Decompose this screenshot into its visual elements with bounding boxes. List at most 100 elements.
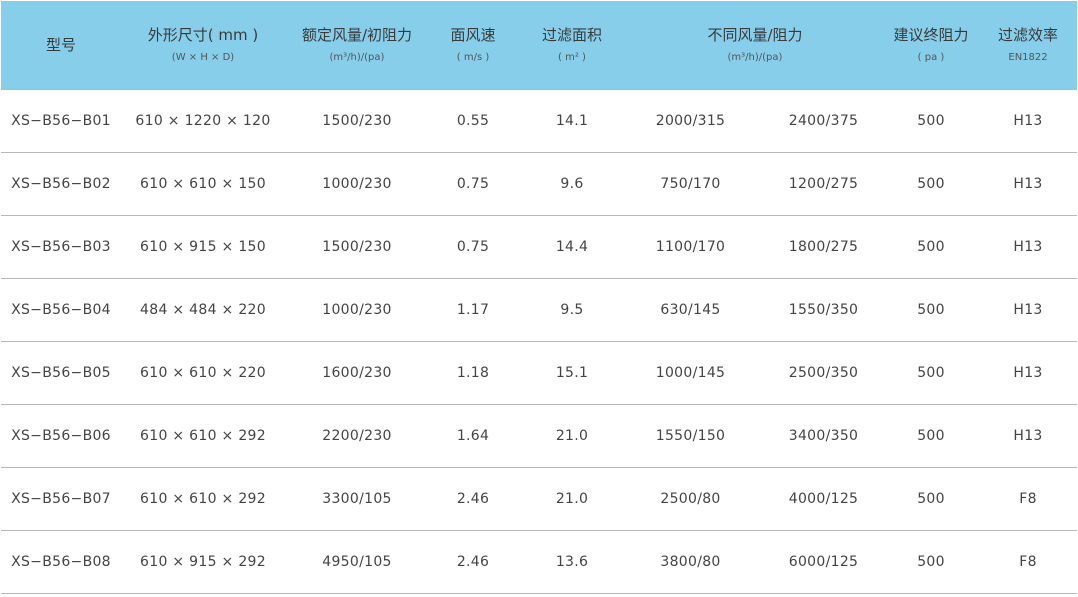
table-row: XS−B56−B08 610 × 915 × 292 4950/105 2.46 13.…: [1, 529, 1077, 594]
header-dimensions-unit: (W × H × D): [171, 51, 235, 63]
cell-flow-b: 4000/125: [788, 490, 859, 507]
cell-face-velocity: 2.46: [429, 529, 517, 594]
flow-pair: 1550/150 3400/350: [627, 428, 883, 444]
header-rated-flow-label: 额定风量/初阻力: [301, 25, 413, 44]
cell-rated-flow: 1000/230: [285, 277, 429, 341]
header-efficiency: 过滤效率 EN1822: [979, 1, 1077, 89]
cell-flow-b: 6000/125: [788, 553, 859, 570]
header-model: 型号: [1, 1, 121, 89]
header-model-label: 型号: [45, 35, 76, 54]
cell-dimensions: 610 × 1220 × 120: [121, 88, 285, 152]
cell-final-resistance: 500: [883, 340, 979, 404]
cell-face-velocity: 2.46: [429, 466, 517, 530]
cell-flow-resistance: 1000/145 2500/350: [627, 340, 883, 404]
cell-efficiency: H13: [979, 88, 1077, 152]
cell-filter-area: 14.4: [517, 214, 627, 278]
cell-flow-resistance: 1550/150 3400/350: [627, 403, 883, 467]
cell-flow-a: 1100/170: [655, 238, 726, 255]
cell-final-resistance: 500: [883, 88, 979, 152]
header-efficiency-standard: EN1822: [1008, 51, 1048, 63]
cell-dimensions: 610 × 610 × 292: [121, 466, 285, 530]
flow-pair: 2000/315 2400/375: [627, 113, 883, 129]
header-final-resistance: 建议终阻力 ( pa ): [883, 1, 979, 89]
header-dimensions: 外形尺寸( mm ) (W × H × D): [121, 1, 285, 89]
cell-flow-a: 2500/80: [660, 490, 721, 507]
cell-model: XS−B56−B06: [1, 403, 121, 467]
cell-efficiency: H13: [979, 277, 1077, 341]
cell-flow-resistance: 2000/315 2400/375: [627, 88, 883, 152]
cell-flow-b: 3400/350: [788, 427, 859, 444]
cell-flow-a: 2000/315: [655, 112, 726, 129]
cell-filter-area: 9.5: [517, 277, 627, 341]
cell-flow-a: 750/170: [660, 175, 721, 192]
cell-flow-resistance: 1100/170 1800/275: [627, 214, 883, 278]
table-row: XS−B56−B06 610 × 610 × 292 2200/230 1.64 21.…: [1, 403, 1077, 467]
cell-rated-flow: 1000/230: [285, 151, 429, 215]
cell-dimensions: 610 × 610 × 220: [121, 340, 285, 404]
cell-face-velocity: 1.64: [429, 403, 517, 467]
cell-rated-flow: 2200/230: [285, 403, 429, 467]
cell-efficiency: F8: [979, 466, 1077, 530]
cell-flow-a: 630/145: [660, 301, 721, 318]
cell-flow-resistance: 2500/80 4000/125: [627, 466, 883, 530]
cell-model: XS−B56−B07: [1, 466, 121, 530]
cell-filter-area: 9.6: [517, 151, 627, 215]
table-row: XS−B56−B03 610 × 915 × 150 1500/230 0.75 14.…: [1, 214, 1077, 278]
cell-rated-flow: 3300/105: [285, 466, 429, 530]
cell-flow-b: 2400/375: [788, 112, 859, 129]
cell-dimensions: 484 × 484 × 220: [121, 277, 285, 341]
cell-flow-resistance: 750/170 1200/275: [627, 151, 883, 215]
cell-flow-resistance: 630/145 1550/350: [627, 277, 883, 341]
cell-rated-flow: 1600/230: [285, 340, 429, 404]
cell-efficiency: F8: [979, 529, 1077, 594]
table-row: XS−B56−B01 610 × 1220 × 120 1500/230 0.55 14…: [1, 88, 1077, 152]
header-filter-area-label: 过滤面积: [541, 25, 602, 44]
table-body: XS−B56−B01 610 × 1220 × 120 1500/230 0.55 14…: [1, 88, 1077, 594]
header-flow-resistance-label: 不同风量/阻力: [707, 25, 803, 44]
cell-flow-b: 1200/275: [788, 175, 859, 192]
header-final-resistance-unit: ( pa ): [917, 51, 945, 63]
cell-face-velocity: 0.55: [429, 88, 517, 152]
header-face-velocity-label: 面风速: [450, 25, 496, 44]
cell-flow-b: 1800/275: [788, 238, 859, 255]
header-dimensions-label: 外形尺寸( mm ): [147, 25, 259, 44]
cell-final-resistance: 500: [883, 151, 979, 215]
cell-model: XS−B56−B03: [1, 214, 121, 278]
table-header: 型号 外形尺寸( mm ) (W × H × D) 额定风量/初阻力 (m³/h…: [1, 1, 1077, 89]
cell-dimensions: 610 × 610 × 150: [121, 151, 285, 215]
cell-dimensions: 610 × 915 × 150: [121, 214, 285, 278]
cell-final-resistance: 500: [883, 466, 979, 530]
cell-filter-area: 15.1: [517, 340, 627, 404]
cell-filter-area: 21.0: [517, 466, 627, 530]
cell-final-resistance: 500: [883, 529, 979, 594]
cell-face-velocity: 1.17: [429, 277, 517, 341]
table-row: XS−B56−B04 484 × 484 × 220 1000/230 1.17 9.5…: [1, 277, 1077, 341]
cell-model: XS−B56−B05: [1, 340, 121, 404]
header-row: 型号 外形尺寸( mm ) (W × H × D) 额定风量/初阻力 (m³/h…: [1, 1, 1077, 89]
flow-pair: 750/170 1200/275: [627, 176, 883, 192]
cell-rated-flow: 4950/105: [285, 529, 429, 594]
cell-flow-b: 2500/350: [788, 364, 859, 381]
spec-table: 型号 外形尺寸( mm ) (W × H × D) 额定风量/初阻力 (m³/h…: [1, 1, 1077, 594]
cell-flow-a: 1550/150: [655, 427, 726, 444]
header-rated-flow-unit: (m³/h)/(pa): [329, 51, 385, 63]
cell-dimensions: 610 × 915 × 292: [121, 529, 285, 594]
cell-efficiency: H13: [979, 340, 1077, 404]
table-row: XS−B56−B02 610 × 610 × 150 1000/230 0.75 9.6…: [1, 151, 1077, 215]
cell-filter-area: 14.1: [517, 88, 627, 152]
cell-efficiency: H13: [979, 214, 1077, 278]
cell-efficiency: H13: [979, 403, 1077, 467]
header-efficiency-label: 过滤效率: [997, 25, 1058, 44]
header-flow-resistance-unit: (m³/h)/(pa): [727, 51, 783, 63]
flow-pair: 3800/80 6000/125: [627, 554, 883, 570]
header-face-velocity-unit: ( m/s ): [456, 51, 490, 63]
flow-pair: 1100/170 1800/275: [627, 239, 883, 255]
header-flow-resistance: 不同风量/阻力 (m³/h)/(pa): [627, 1, 883, 89]
cell-filter-area: 21.0: [517, 403, 627, 467]
cell-final-resistance: 500: [883, 403, 979, 467]
cell-dimensions: 610 × 610 × 292: [121, 403, 285, 467]
header-final-resistance-label: 建议终阻力: [893, 25, 969, 44]
cell-flow-b: 1550/350: [788, 301, 859, 318]
cell-model: XS−B56−B02: [1, 151, 121, 215]
cell-model: XS−B56−B04: [1, 277, 121, 341]
